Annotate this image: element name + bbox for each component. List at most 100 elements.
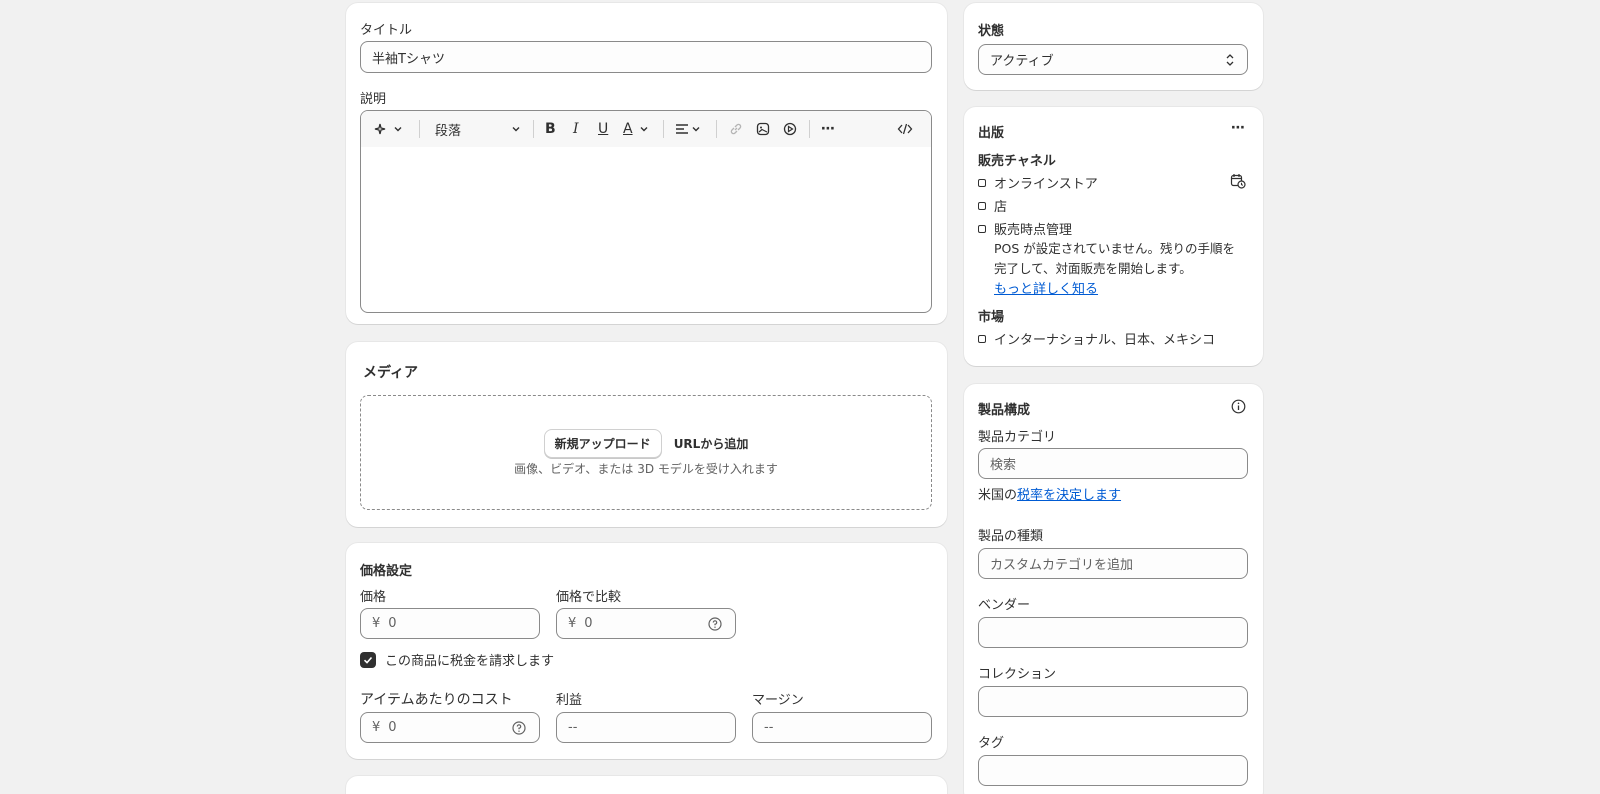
collections-label: コレクション — [978, 667, 1057, 682]
title-label: タイトル — [360, 23, 413, 38]
chevron-down-icon[interactable] — [639, 121, 649, 137]
collections-input[interactable] — [978, 686, 1248, 717]
tax-rate-prefix: 米国の — [978, 488, 1018, 503]
title-input-value: 半袖Tシャツ — [372, 51, 445, 67]
tax-rate-note: 米国の税率を決定します — [978, 484, 1121, 503]
market-bullet-icon — [978, 334, 986, 343]
chevron-down-icon[interactable] — [393, 121, 403, 137]
more-options-icon[interactable]: ⋯ — [821, 121, 836, 137]
info-icon[interactable] — [1231, 399, 1246, 418]
chevron-down-icon — [512, 127, 520, 132]
media-card: メディア 新規アップロード URLから追加 画像、ビデオ、または 3D モデルを… — [346, 342, 947, 527]
publishing-heading: 出版 — [978, 126, 1005, 141]
profit-value: -- — [568, 720, 578, 735]
more-actions-icon[interactable]: ⋯ — [1231, 120, 1245, 136]
bold-icon[interactable]: B — [545, 121, 556, 137]
pos-note-line1: POS が設定されていません。残りの手順を — [994, 241, 1236, 256]
image-icon[interactable] — [756, 121, 770, 137]
charge-tax-row[interactable]: この商品に税金を請求します — [360, 650, 554, 669]
markets-row: インターナショナル、日本、メキシコ — [978, 329, 1215, 348]
product-type-input[interactable]: カスタムカテゴリを追加 — [978, 548, 1248, 579]
price-currency: ¥ — [372, 616, 381, 631]
tax-rate-link[interactable]: 税率を決定します — [1017, 488, 1121, 503]
schedule-calendar-icon[interactable] — [1230, 173, 1246, 193]
video-icon[interactable] — [783, 121, 797, 137]
title-input[interactable]: 半袖Tシャツ — [360, 41, 932, 73]
paragraph-style-label: 段落 — [435, 123, 462, 139]
next-card-partial — [346, 776, 947, 794]
publishing-card: 出版 ⋯ 販売チャネル オンラインストア 店 販売時点管理 POS が設定されて… — [964, 107, 1263, 366]
channel-label: オンラインストア — [994, 177, 1098, 192]
compare-price-input[interactable]: ¥ 0 — [556, 608, 736, 639]
tags-input[interactable] — [978, 755, 1248, 786]
channel-pos: 販売時点管理 — [978, 219, 1072, 238]
toolbar-divider — [663, 120, 664, 138]
channel-bullet-icon — [978, 224, 986, 233]
channel-online-store: オンラインストア — [978, 173, 1098, 192]
compare-price-currency: ¥ — [568, 616, 577, 631]
compare-price-value: 0 — [584, 616, 593, 631]
price-input[interactable]: ¥ 0 — [360, 608, 540, 639]
media-actions: 新規アップロード URLから追加 — [361, 429, 931, 458]
add-from-url-button[interactable]: URLから追加 — [674, 435, 749, 452]
underline-icon[interactable]: U — [598, 121, 608, 137]
cost-currency: ¥ — [372, 720, 381, 735]
product-organization-card: 製品構成 製品カテゴリ 検索 米国の税率を決定します 製品の種類 カスタムカテゴ… — [964, 384, 1263, 794]
toolbar-divider — [419, 120, 420, 138]
category-search-input[interactable]: 検索 — [978, 448, 1248, 479]
channel-bullet-icon — [978, 178, 986, 187]
chevron-down-icon[interactable] — [691, 121, 701, 137]
status-card: 状態 アクティブ — [964, 3, 1263, 90]
price-value: 0 — [388, 616, 397, 631]
vendor-input[interactable] — [978, 617, 1248, 648]
channel-store: 店 — [978, 196, 1007, 215]
toolbar-divider — [533, 120, 534, 138]
charge-tax-checkbox[interactable] — [360, 651, 376, 668]
cost-value: 0 — [388, 720, 397, 735]
profit-input: -- — [556, 712, 736, 743]
compare-price-label: 価格で比較 — [556, 590, 622, 605]
link-icon[interactable] — [729, 121, 743, 137]
learn-more-link[interactable]: もっと詳しく知る — [994, 278, 1098, 297]
help-icon[interactable] — [512, 720, 526, 735]
margin-value: -- — [764, 720, 774, 735]
product-type-label: 製品の種類 — [978, 529, 1044, 544]
cost-per-item-input[interactable]: ¥ 0 — [360, 712, 540, 743]
description-label: 説明 — [360, 92, 387, 107]
editor-toolbar: 段落 B I U A ⋯ — [361, 111, 931, 147]
italic-icon[interactable]: I — [573, 121, 579, 137]
markets-heading: 市場 — [978, 310, 1005, 325]
category-placeholder: 検索 — [990, 458, 1017, 473]
toolbar-divider — [716, 120, 717, 138]
help-icon[interactable] — [708, 616, 722, 631]
media-heading: メディア — [363, 365, 419, 381]
title-description-card: タイトル 半袖Tシャツ 説明 段落 B I U A ⋯ — [346, 3, 947, 324]
vendor-label: ベンダー — [978, 598, 1031, 613]
description-editor[interactable]: 段落 B I U A ⋯ — [360, 110, 932, 313]
channel-bullet-icon — [978, 201, 986, 210]
channel-label: 販売時点管理 — [994, 223, 1073, 238]
toolbar-divider — [809, 120, 810, 138]
align-left-icon[interactable] — [675, 121, 689, 137]
upload-new-button[interactable]: 新規アップロード — [543, 429, 662, 458]
text-color-icon[interactable]: A — [623, 121, 633, 137]
paragraph-style-select[interactable]: 段落 — [435, 121, 521, 139]
category-label: 製品カテゴリ — [978, 430, 1057, 445]
pricing-card: 価格設定 価格 ¥ 0 価格で比較 ¥ 0 この商品に税金を請求します アイテム… — [346, 543, 947, 759]
profit-label: 利益 — [556, 693, 583, 708]
markets-value: インターナショナル、日本、メキシコ — [994, 333, 1216, 348]
margin-input: -- — [752, 712, 932, 743]
status-select[interactable]: アクティブ — [978, 44, 1248, 75]
ai-magic-icon[interactable] — [373, 121, 387, 137]
status-heading: 状態 — [978, 24, 1005, 39]
margin-label: マージン — [752, 693, 804, 708]
pricing-heading: 価格設定 — [360, 564, 413, 579]
channel-label: 店 — [994, 200, 1008, 215]
product-type-placeholder: カスタムカテゴリを追加 — [990, 558, 1134, 573]
pos-note-line2: 完了して、対面販売を開始します。 — [994, 261, 1192, 276]
code-view-icon[interactable] — [897, 121, 913, 137]
media-dropzone[interactable]: 新規アップロード URLから追加 画像、ビデオ、または 3D モデルを受け入れま… — [360, 395, 932, 510]
media-hint: 画像、ビデオ、または 3D モデルを受け入れます — [514, 462, 778, 476]
organization-heading: 製品構成 — [978, 403, 1031, 418]
tags-label: タグ — [978, 736, 1005, 751]
